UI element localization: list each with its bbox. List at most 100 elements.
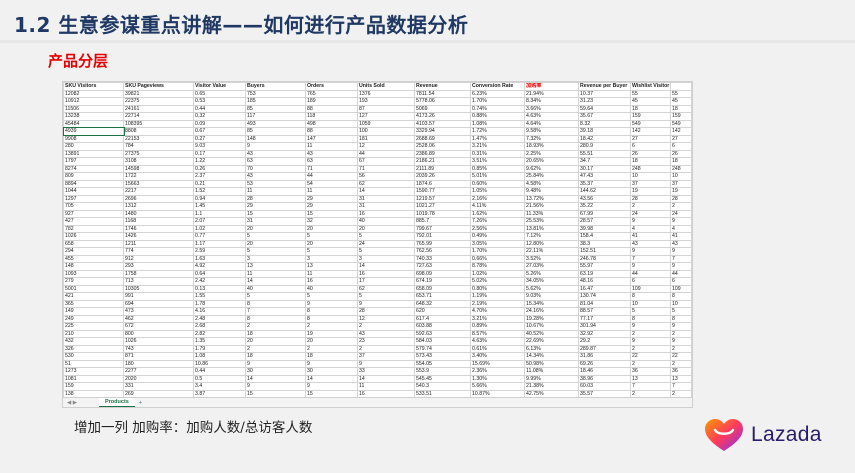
table-cell[interactable]: 14 — [357, 374, 415, 383]
table-cell[interactable]: 1093 — [63, 269, 124, 278]
column-header[interactable]: Conversion Rate — [470, 82, 525, 91]
table-cell[interactable]: 20 — [305, 224, 358, 233]
table-cell[interactable]: 9 — [305, 359, 358, 368]
table-cell[interactable]: 9 — [630, 322, 671, 331]
table-cell[interactable]: 927 — [63, 209, 124, 218]
table-cell[interactable]: 13 — [305, 262, 358, 271]
table-cell[interactable]: 47.43 — [578, 172, 631, 181]
table-cell[interactable]: 432 — [63, 337, 124, 346]
table-cell[interactable]: 20 — [245, 224, 306, 233]
table-cell[interactable]: 1.02% — [470, 269, 525, 278]
table-cell[interactable]: 5 — [357, 247, 415, 256]
table-cell[interactable]: 705 — [63, 202, 124, 211]
table-cell[interactable]: 0.89% — [470, 322, 525, 331]
table-cell[interactable]: 9 — [630, 217, 671, 226]
table-cell[interactable]: 44 — [630, 269, 671, 278]
sheet-tab-products[interactable]: Products — [99, 398, 135, 407]
table-cell[interactable]: 2186.21 — [414, 157, 471, 166]
table-cell[interactable]: 280.9 — [578, 142, 631, 151]
column-header[interactable]: Wishlist Visitor — [630, 82, 671, 91]
table-cell[interactable]: 9 — [245, 142, 306, 151]
table-cell[interactable]: 13 — [630, 374, 671, 383]
table-cell[interactable]: 8 — [670, 292, 692, 301]
table-cell[interactable]: 142 — [670, 127, 692, 136]
table-cell[interactable]: 1.47% — [470, 134, 525, 143]
table-cell[interactable]: 14598 — [123, 164, 194, 173]
table-cell[interactable]: 0.31% — [470, 149, 525, 158]
table-cell[interactable]: 455 — [63, 254, 124, 263]
table-cell[interactable]: 7811.54 — [414, 89, 471, 98]
table-cell[interactable]: 1168 — [123, 217, 194, 226]
table-cell[interactable]: 7.32% — [524, 134, 579, 143]
table-cell[interactable]: 11 — [305, 269, 358, 278]
table-cell[interactable]: 1.45 — [193, 202, 246, 211]
table-cell[interactable]: 6 — [630, 142, 671, 151]
table-cell[interactable]: 765.99 — [414, 239, 471, 248]
table-cell[interactable]: 10 — [630, 172, 671, 181]
table-cell[interactable]: 55 — [670, 89, 692, 98]
table-cell[interactable]: 809 — [63, 172, 124, 181]
table-cell[interactable]: 14 — [357, 262, 415, 271]
table-cell[interactable]: 4.16 — [193, 307, 246, 316]
table-cell[interactable]: 727.63 — [414, 262, 471, 271]
table-cell[interactable]: 31 — [357, 202, 415, 211]
table-cell[interactable]: 39.18 — [578, 127, 631, 136]
table-cell[interactable]: 8 — [245, 299, 306, 308]
table-cell[interactable]: 3 — [305, 254, 358, 263]
table-cell[interactable]: 1797 — [63, 157, 124, 166]
table-cell[interactable]: 0.67 — [193, 127, 246, 136]
table-cell[interactable]: 15.34% — [524, 299, 579, 308]
column-header[interactable]: Units Sold — [357, 82, 415, 91]
table-cell[interactable]: 22375 — [123, 97, 194, 106]
table-cell[interactable]: 698.09 — [414, 269, 471, 278]
table-cell[interactable]: 148 — [63, 262, 124, 271]
table-cell[interactable]: 31.86 — [578, 352, 631, 361]
table-cell[interactable]: 41 — [670, 232, 692, 241]
table-cell[interactable]: 545.45 — [414, 374, 471, 383]
table-cell[interactable]: 493 — [245, 119, 306, 128]
table-cell[interactable]: 10 — [630, 299, 671, 308]
table-cell[interactable]: 33 — [357, 367, 415, 376]
table-cell[interactable]: 2.37 — [193, 172, 246, 181]
table-cell[interactable]: 1019.78 — [414, 209, 471, 218]
table-cell[interactable]: 530 — [63, 352, 124, 361]
table-cell[interactable]: 18 — [245, 352, 306, 361]
column-header[interactable]: 加购率 — [524, 82, 579, 91]
table-cell[interactable]: 87 — [357, 104, 415, 113]
table-cell[interactable]: 991 — [123, 292, 194, 301]
table-cell[interactable]: 69.26 — [578, 359, 631, 368]
table-cell[interactable]: 9 — [357, 299, 415, 308]
table-cell[interactable]: 44 — [670, 269, 692, 278]
table-cell[interactable]: 11506 — [63, 104, 124, 113]
table-cell[interactable]: 2039.26 — [414, 172, 471, 181]
table-cell[interactable]: 3 — [245, 254, 306, 263]
table-cell[interactable]: 3108 — [123, 157, 194, 166]
table-cell[interactable]: 25.53% — [524, 217, 579, 226]
table-cell[interactable]: 109 — [670, 284, 692, 293]
table-cell[interactable]: 43 — [670, 239, 692, 248]
column-header[interactable]: Revenue per Buyer — [578, 82, 631, 91]
table-cell[interactable]: 27.03% — [524, 262, 579, 271]
table-cell[interactable]: 365 — [63, 299, 124, 308]
table-cell[interactable]: 8274 — [63, 164, 124, 173]
table-cell[interactable]: 1059 — [357, 119, 415, 128]
table-cell[interactable]: 45 — [670, 97, 692, 106]
table-cell[interactable]: 2020 — [123, 374, 194, 383]
table-cell[interactable]: 18.42 — [578, 134, 631, 143]
table-cell[interactable]: 193 — [357, 97, 415, 106]
table-cell[interactable]: 3.21% — [470, 314, 525, 323]
table-cell[interactable]: 9 — [630, 247, 671, 256]
table-cell[interactable]: 9908 — [63, 134, 124, 143]
table-cell[interactable]: 2.59 — [193, 247, 246, 256]
table-cell[interactable]: 549 — [670, 119, 692, 128]
table-cell[interactable]: 5001 — [63, 284, 124, 293]
table-cell[interactable]: 0.80% — [470, 284, 525, 293]
column-header[interactable]: Buyers — [245, 82, 306, 91]
table-cell[interactable]: 39821 — [123, 89, 194, 98]
table-cell[interactable]: 1874.6 — [414, 179, 471, 188]
table-cell[interactable]: 1590.77 — [414, 187, 471, 196]
table-cell[interactable]: 55 — [630, 89, 671, 98]
table-cell[interactable]: 13891 — [63, 149, 124, 158]
table-cell[interactable]: 15.69% — [470, 359, 525, 368]
table-cell[interactable]: 9 — [245, 382, 306, 391]
